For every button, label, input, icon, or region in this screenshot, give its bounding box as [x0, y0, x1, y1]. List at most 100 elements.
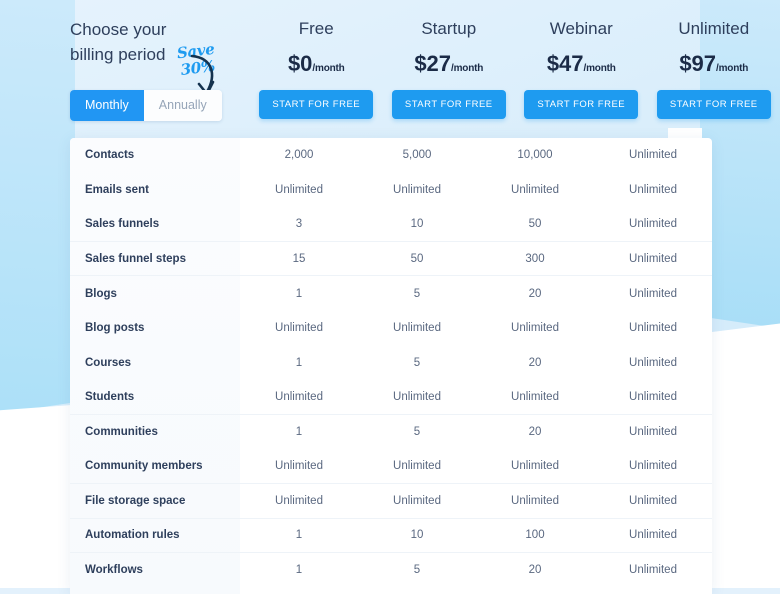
feature-value: 1: [240, 553, 358, 588]
feature-value: Unlimited: [476, 311, 594, 346]
plan-price-period: /month: [451, 63, 483, 74]
feature-value-column-unlimited: UnlimitedUnlimitedUnlimitedUnlimitedUnli…: [594, 138, 712, 594]
toggle-annually[interactable]: Annually: [144, 90, 222, 121]
billing-period-selector: Choose your billing period Save 30% Mont…: [0, 0, 250, 132]
feature-value: Unlimited: [594, 207, 712, 242]
feature-value: Unlimited: [476, 449, 594, 484]
feature-value: Unlimited: [240, 173, 358, 208]
feature-value: Unlimited: [240, 380, 358, 415]
feature-value: Unlimited: [594, 553, 712, 588]
plan-price: $97/month: [679, 51, 748, 77]
feature-value: 5: [358, 415, 476, 450]
feature-value: Unlimited: [594, 346, 712, 381]
feature-comparison-table: ContactsEmails sentSales funnelsSales fu…: [70, 138, 712, 594]
feature-label: Workflows: [70, 553, 240, 588]
plan-price-amount: $0: [288, 51, 312, 76]
billing-period-toggle[interactable]: Monthly Annually: [70, 90, 222, 121]
save-badge: Save 30%: [164, 39, 230, 84]
feature-value: 5: [358, 553, 476, 588]
start-for-free-button[interactable]: START FOR FREE: [392, 90, 506, 119]
feature-value: Unlimited: [358, 380, 476, 415]
feature-value: 10,000: [476, 138, 594, 173]
plan-price-amount: $27: [414, 51, 451, 76]
feature-value: 15: [240, 242, 358, 277]
plan-name: Free: [299, 19, 334, 39]
start-for-free-button[interactable]: START FOR FREE: [524, 90, 638, 119]
feature-value-column-webinar: 10,000Unlimited5030020Unlimited20Unlimit…: [476, 138, 594, 594]
feature-label: Emails sent: [70, 173, 240, 208]
feature-value: Unlimited: [358, 311, 476, 346]
plan-header-unlimited: Unlimited $97/month START FOR FREE: [648, 0, 780, 132]
feature-label: Community members: [70, 449, 240, 484]
plan-price-amount: $47: [547, 51, 584, 76]
feature-label: Communities: [70, 415, 240, 450]
plan-header-webinar: Webinar $47/month START FOR FREE: [515, 0, 648, 132]
start-for-free-button[interactable]: START FOR FREE: [657, 90, 771, 119]
feature-value: 5,000: [358, 138, 476, 173]
feature-value: 300: [476, 242, 594, 277]
plan-price-period: /month: [584, 63, 616, 74]
feature-value: Unlimited: [358, 173, 476, 208]
feature-value-column-startup: 5,000Unlimited10505Unlimited5Unlimited5U…: [358, 138, 476, 594]
feature-value: 50: [358, 242, 476, 277]
feature-value: Unlimited: [358, 484, 476, 519]
feature-value: Unlimited: [476, 380, 594, 415]
feature-value: Unlimited: [594, 311, 712, 346]
plan-price: $0/month: [288, 51, 345, 77]
feature-values-area: 2,000Unlimited3151Unlimited1Unlimited1Un…: [240, 138, 712, 594]
feature-label: Blog posts: [70, 311, 240, 346]
feature-value: Unlimited: [476, 484, 594, 519]
plan-price-amount: $97: [679, 51, 716, 76]
plan-header-free: Free $0/month START FOR FREE: [250, 0, 383, 132]
feature-value: Unlimited: [594, 519, 712, 554]
feature-value: Unlimited: [358, 449, 476, 484]
feature-label: Courses: [70, 346, 240, 381]
feature-value: 20: [476, 346, 594, 381]
feature-value: Unlimited: [594, 138, 712, 173]
decorative-right-white-panel: [702, 322, 780, 588]
feature-value: Unlimited: [594, 173, 712, 208]
feature-label: Students: [70, 380, 240, 415]
feature-value: 20: [476, 415, 594, 450]
plan-price: $27/month: [414, 51, 483, 77]
feature-value: 1: [240, 415, 358, 450]
feature-label: Blogs: [70, 276, 240, 311]
feature-value: Unlimited: [594, 415, 712, 450]
feature-value: 5: [358, 346, 476, 381]
feature-value: Unlimited: [594, 242, 712, 277]
plan-name: Webinar: [550, 19, 613, 39]
feature-label-column: ContactsEmails sentSales funnelsSales fu…: [70, 138, 240, 594]
feature-value: Unlimited: [594, 484, 712, 519]
feature-value: 2,000: [240, 138, 358, 173]
feature-value: 50: [476, 207, 594, 242]
feature-value: Unlimited: [594, 449, 712, 484]
feature-value: 20: [476, 553, 594, 588]
plan-price: $47/month: [547, 51, 616, 77]
feature-value: 10: [358, 207, 476, 242]
toggle-monthly[interactable]: Monthly: [70, 90, 144, 121]
feature-value: Unlimited: [240, 449, 358, 484]
start-for-free-button[interactable]: START FOR FREE: [259, 90, 373, 119]
decorative-left-white-panel: [0, 405, 72, 588]
feature-value: Unlimited: [240, 311, 358, 346]
feature-value-column-free: 2,000Unlimited3151Unlimited1Unlimited1Un…: [240, 138, 358, 594]
feature-value: Unlimited: [240, 484, 358, 519]
feature-label: File storage space: [70, 484, 240, 519]
feature-value: 1: [240, 346, 358, 381]
feature-label: Contacts: [70, 138, 240, 173]
feature-value: 100: [476, 519, 594, 554]
feature-label: Automation rules: [70, 519, 240, 554]
billing-title-line-1: Choose your: [70, 17, 205, 42]
feature-value: 3: [240, 207, 358, 242]
feature-value: 1: [240, 519, 358, 554]
plan-header-startup: Startup $27/month START FOR FREE: [383, 0, 516, 132]
feature-value: 1: [240, 276, 358, 311]
feature-value: Unlimited: [594, 380, 712, 415]
plan-price-period: /month: [716, 63, 748, 74]
pricing-header: Choose your billing period Save 30% Mont…: [0, 0, 780, 132]
plan-name: Startup: [421, 19, 476, 39]
feature-value: 10: [358, 519, 476, 554]
feature-label: Sales funnel steps: [70, 242, 240, 277]
feature-value: 5: [358, 276, 476, 311]
plan-price-period: /month: [312, 63, 344, 74]
